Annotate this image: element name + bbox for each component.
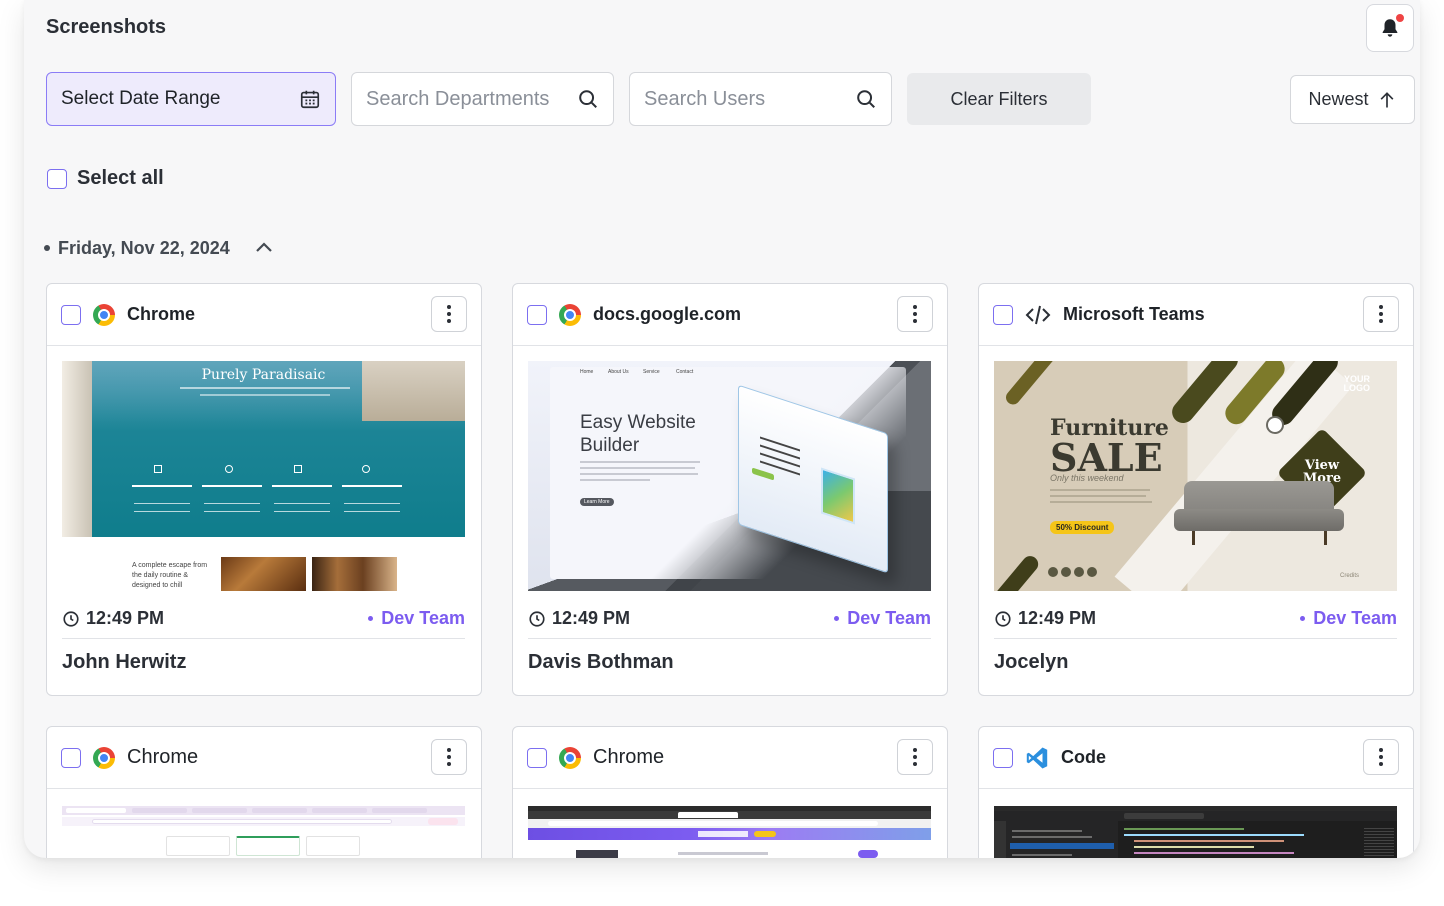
app-name: Microsoft Teams — [1063, 304, 1205, 324]
capture-time: 12:49 PM — [994, 608, 1096, 629]
screenshot-card[interactable]: docs.google.com Home About Us Service Co… — [512, 283, 948, 696]
sort-label: Newest — [1308, 89, 1369, 109]
screenshot-thumbnail[interactable]: Purely Paradisaic A complete escape from… — [62, 361, 465, 591]
card-menu-button[interactable] — [897, 296, 933, 332]
clock-icon — [63, 610, 79, 627]
team-badge: Dev Team — [368, 608, 465, 629]
card-menu-button[interactable] — [1363, 296, 1399, 332]
card-checkbox[interactable] — [527, 304, 547, 325]
thumb-caption: A complete escape from the daily routine… — [132, 562, 208, 589]
search-departments-input[interactable]: Search Departments — [351, 72, 614, 126]
thumb-nav-contact: Contact — [676, 369, 694, 375]
card-menu-button[interactable] — [431, 739, 467, 775]
card-checkbox[interactable] — [993, 747, 1013, 768]
thumb-headline: Purely Paradisaic — [201, 367, 326, 383]
notifications-button[interactable] — [1366, 4, 1414, 52]
app-name: Chrome — [593, 746, 665, 768]
clear-filters-button[interactable]: Clear Filters — [907, 73, 1091, 125]
screenshots-panel: Screenshots Select Date Range Search Dep… — [24, 0, 1420, 858]
app-name: Chrome — [127, 746, 199, 768]
chrome-icon — [93, 746, 115, 769]
chrome-icon — [93, 303, 115, 326]
screenshot-card[interactable]: Chrome Purely Paradisaic A complete esca… — [46, 283, 482, 696]
team-label: Dev Team — [1313, 608, 1397, 628]
team-badge: Dev Team — [1300, 608, 1397, 629]
team-label: Dev Team — [847, 608, 931, 628]
screenshot-card[interactable]: Code — [978, 726, 1414, 858]
card-header: Microsoft Teams — [979, 284, 1413, 346]
card-checkbox[interactable] — [61, 747, 81, 768]
select-all-label: Select all — [77, 167, 164, 189]
card-meta: 12:49 PM Dev Team — [528, 599, 931, 639]
vscode-icon — [1026, 747, 1048, 768]
search-users-placeholder: Search Users — [644, 87, 766, 110]
card-header: Code — [979, 727, 1413, 789]
arrow-up-icon — [1380, 91, 1393, 107]
capture-time: 12:49 PM — [62, 608, 164, 629]
thumb-headline: Easy Website Builder — [580, 412, 696, 456]
date-range-picker[interactable]: Select Date Range — [46, 72, 336, 126]
team-label: Dev Team — [381, 608, 465, 628]
card-header: Chrome — [47, 284, 481, 346]
clock-icon — [995, 610, 1011, 627]
card-checkbox[interactable] — [993, 304, 1013, 325]
app-name: Chrome — [127, 304, 196, 324]
code-icon — [1025, 305, 1051, 324]
screenshot-thumbnail[interactable] — [62, 806, 465, 858]
card-header: docs.google.com — [513, 284, 947, 346]
time-label: 12:49 PM — [1018, 608, 1097, 628]
chrome-icon — [559, 746, 581, 769]
chevron-up-icon[interactable] — [252, 236, 276, 260]
screenshot-thumbnail[interactable]: YOUR LOGO Furniture SALE Only this weeke… — [994, 361, 1397, 591]
card-checkbox[interactable] — [61, 304, 81, 325]
thumb-nav-service: Service — [643, 369, 660, 375]
screenshot-thumbnail[interactable] — [994, 806, 1397, 858]
capture-time: 12:49 PM — [528, 608, 630, 629]
screenshot-card[interactable]: Microsoft Teams YOUR LOGO Furniture SALE… — [978, 283, 1414, 696]
card-menu-button[interactable] — [1363, 739, 1399, 775]
thumb-logo: YOUR LOGO — [1343, 374, 1371, 393]
page-title: Screenshots — [46, 16, 167, 38]
time-label: 12:49 PM — [86, 608, 165, 628]
sort-newest-button[interactable]: Newest — [1290, 75, 1415, 124]
team-badge: Dev Team — [834, 608, 931, 629]
card-header: Chrome — [47, 727, 481, 789]
app-name: docs.google.com — [593, 304, 742, 324]
time-label: 12:49 PM — [552, 608, 631, 628]
card-meta: 12:49 PM Dev Team — [994, 599, 1397, 639]
user-name: John Herwitz — [62, 651, 187, 673]
notification-dot — [1396, 14, 1404, 22]
card-checkbox[interactable] — [527, 747, 547, 768]
screenshot-card[interactable]: Chrome — [512, 726, 948, 858]
thumb-credits: Credits — [1340, 573, 1360, 579]
clock-icon — [529, 610, 545, 627]
thumb-discount: 50% Discount — [1050, 521, 1115, 534]
chrome-icon — [559, 303, 581, 326]
date-group-header[interactable]: Friday, Nov 22, 2024 — [44, 236, 276, 260]
calendar-icon — [300, 90, 320, 109]
card-menu-button[interactable] — [897, 739, 933, 775]
search-icon — [579, 90, 597, 108]
screenshot-card[interactable]: Chrome — [46, 726, 482, 858]
thumb-learn-more: Learn More — [580, 498, 614, 506]
card-menu-button[interactable] — [431, 296, 467, 332]
search-users-input[interactable]: Search Users — [629, 72, 892, 126]
date-group-label: Friday, Nov 22, 2024 — [58, 237, 230, 258]
thumb-subtitle: Only this weekend — [1050, 473, 1124, 483]
user-name: Jocelyn — [994, 651, 1069, 673]
date-range-label: Select Date Range — [61, 88, 221, 109]
bullet — [44, 245, 50, 251]
thumb-nav-home: Home — [580, 369, 594, 375]
app-name: Code — [1061, 747, 1106, 767]
screenshot-thumbnail[interactable]: Home About Us Service Contact Easy Websi… — [528, 361, 931, 591]
search-departments-placeholder: Search Departments — [366, 87, 550, 110]
screenshot-thumbnail[interactable] — [528, 806, 931, 858]
select-all-control[interactable]: Select all — [47, 167, 164, 190]
thumb-nav-about: About Us — [608, 369, 629, 375]
card-header: Chrome — [513, 727, 947, 789]
card-meta: 12:49 PM Dev Team — [62, 599, 465, 639]
search-icon — [857, 90, 875, 108]
user-name: Davis Bothman — [528, 651, 674, 673]
select-all-checkbox[interactable] — [47, 168, 67, 189]
